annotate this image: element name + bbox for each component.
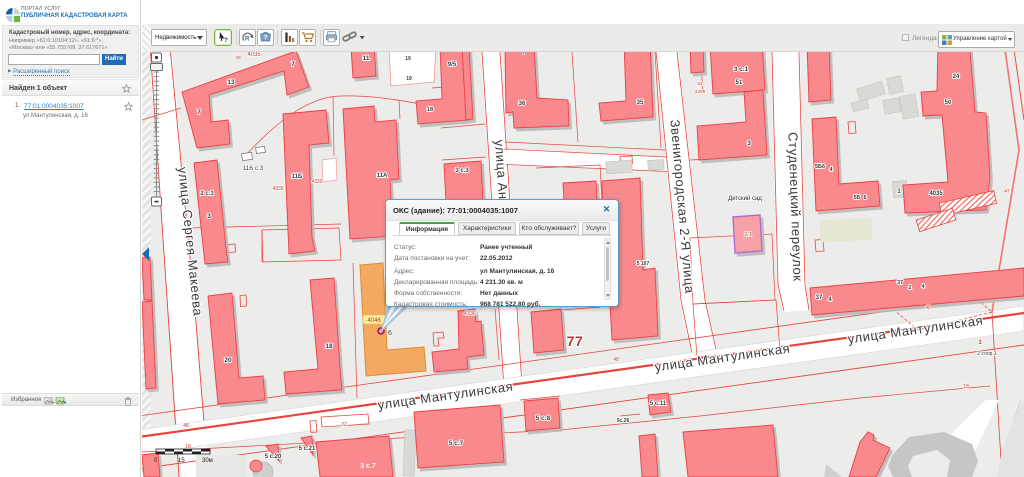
svg-text:18: 18 [427, 107, 433, 113]
svg-text:6: 6 [863, 195, 866, 201]
svg-text:37: 37 [897, 280, 903, 286]
svg-text:7: 7 [197, 109, 201, 116]
svg-text:51: 51 [736, 80, 743, 86]
svg-text:11А: 11А [377, 173, 388, 179]
svg-text:3: 3 [747, 140, 751, 147]
svg-text:7: 7 [291, 61, 295, 68]
svg-text:48: 48 [925, 305, 931, 311]
svg-text:4336: 4336 [464, 311, 476, 317]
svg-text:3 с.7: 3 с.7 [360, 463, 376, 470]
svg-text:116 с.3: 116 с.3 [243, 165, 264, 172]
svg-text:2 соор.1: 2 соор.1 [977, 351, 996, 357]
svg-text:19: 19 [405, 56, 411, 62]
svg-text:2: 2 [908, 285, 911, 291]
svg-text:5 с.20: 5 с.20 [265, 454, 282, 460]
svg-text:49: 49 [235, 55, 241, 61]
svg-text:4298: 4298 [695, 89, 706, 95]
svg-text:4339: 4339 [272, 186, 283, 192]
svg-text:20: 20 [224, 357, 232, 364]
svg-text:1: 1 [978, 339, 982, 346]
svg-text:48: 48 [183, 423, 189, 429]
svg-text:18: 18 [963, 384, 969, 390]
svg-text:4339: 4339 [311, 179, 322, 185]
svg-text:4035: 4035 [247, 52, 261, 58]
svg-text:30м: 30м [202, 458, 213, 464]
svg-text:47: 47 [1004, 189, 1010, 195]
svg-text:5 с.11: 5 с.11 [650, 401, 667, 407]
svg-text:22: 22 [341, 422, 347, 428]
svg-text:77: 77 [567, 333, 584, 349]
svg-text:9/5: 9/5 [448, 62, 457, 68]
svg-text:36: 36 [519, 101, 526, 107]
svg-text:5Б6: 5Б6 [815, 164, 825, 170]
svg-text:5 с.8: 5 с.8 [536, 415, 551, 422]
svg-text:24: 24 [953, 74, 960, 80]
svg-text:35: 35 [637, 100, 644, 106]
svg-text:3 с.1: 3 с.1 [734, 66, 749, 73]
svg-text:?: ? [224, 37, 228, 44]
svg-text:18: 18 [325, 343, 333, 350]
svg-text:37: 37 [816, 295, 823, 301]
svg-text:?: ? [264, 35, 268, 42]
svg-text:3: 3 [207, 213, 211, 220]
svg-text:R: R [245, 37, 250, 43]
svg-text:5 с.21: 5 с.21 [299, 446, 316, 452]
svg-text:48: 48 [613, 357, 619, 363]
svg-text:50: 50 [945, 100, 952, 106]
svg-text:2/1: 2/1 [744, 232, 752, 238]
svg-text:Детский сад: Детский сад [728, 195, 762, 202]
svg-text:5 107: 5 107 [637, 261, 650, 267]
svg-text:15: 15 [178, 458, 185, 464]
svg-text:5с.26: 5с.26 [617, 418, 630, 424]
svg-text:11: 11 [363, 55, 370, 62]
svg-text:3 с.3: 3 с.3 [455, 168, 469, 174]
svg-text:19: 19 [406, 76, 412, 82]
svg-text:11Б: 11Б [292, 174, 303, 180]
svg-text:4035: 4035 [929, 191, 943, 197]
svg-text:52: 52 [697, 81, 703, 87]
svg-text:2 с.1: 2 с.1 [200, 191, 214, 197]
svg-text:13: 13 [227, 79, 235, 86]
svg-text:5Б: 5Б [853, 195, 860, 201]
svg-text:5 с.7: 5 с.7 [449, 440, 464, 447]
svg-text:18: 18 [185, 444, 191, 450]
